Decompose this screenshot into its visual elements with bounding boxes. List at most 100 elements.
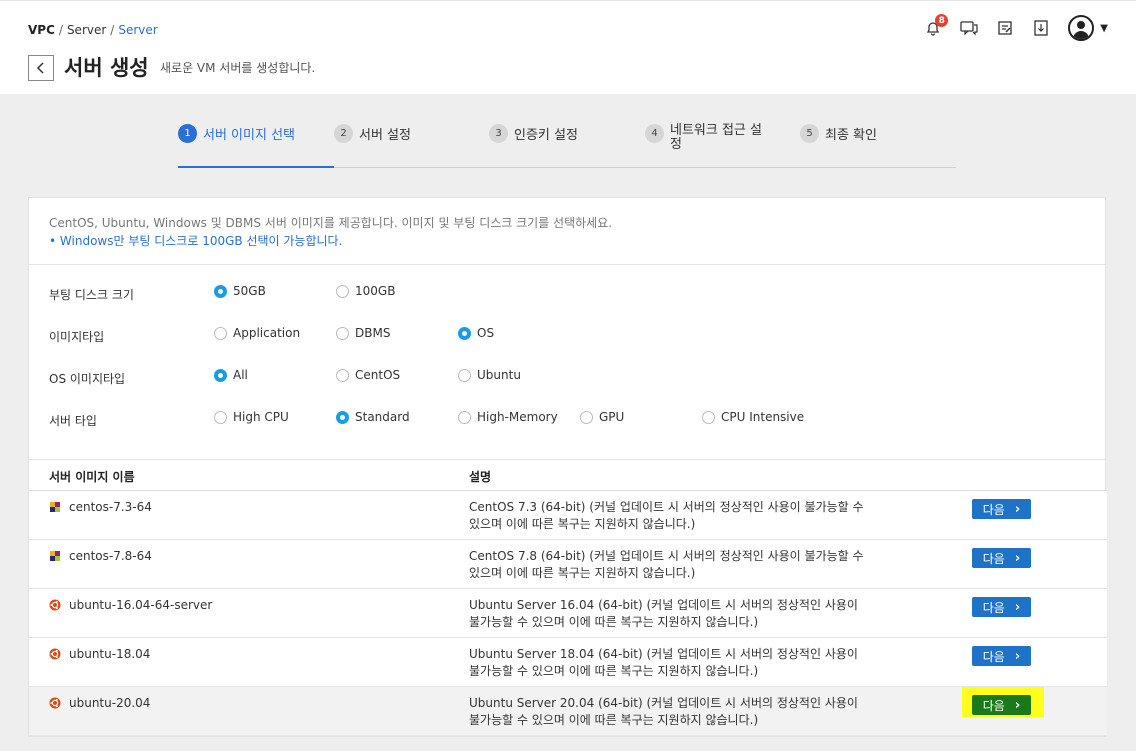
radio-label: 100GB [355, 284, 396, 298]
description-line: 있으며 이에 따른 복구는 지원하지 않습니다.) [469, 566, 696, 580]
image-description: CentOS 7.8 (64-bit) (커널 업데이트 시 서버의 정상적인 … [469, 548, 889, 582]
radio-label: Standard [355, 410, 410, 424]
next-button[interactable]: 다음 › [972, 499, 1031, 519]
breadcrumb: VPC / Server / Server [28, 23, 158, 37]
server-type-option: 서버 타입 High CPU Standard High-Memory GPU … [49, 410, 1089, 430]
radio-high-cpu[interactable]: High CPU [214, 410, 289, 424]
step-3[interactable]: 3 인증키 설정 [489, 124, 578, 143]
step-label: 인증키 설정 [514, 128, 578, 143]
chevron-right-icon: › [1014, 648, 1021, 664]
image-name: ubuntu-20.04 [69, 696, 151, 710]
description-line: 있으며 이에 따른 복구는 지원하지 않습니다.) [469, 517, 696, 531]
bell-icon[interactable]: 8 [924, 14, 949, 37]
radio-label: CPU Intensive [721, 410, 805, 424]
step-number: 5 [800, 124, 819, 143]
page-subtitle: 새로운 VM 서버를 생성합니다. [160, 61, 316, 75]
image-name-cell: centos-7.8-64 [49, 549, 152, 563]
radio-os[interactable]: OS [458, 326, 494, 340]
page-title: 서버 생성 [64, 56, 149, 80]
radio-label: High CPU [233, 410, 289, 424]
next-label: 다음 [982, 600, 1005, 615]
breadcrumb-separator: / [58, 23, 63, 37]
radio-label: OS [477, 326, 495, 340]
radio-label: GPU [599, 410, 625, 424]
table-row[interactable]: ubuntu-16.04-64-server Ubuntu Server 16.… [29, 589, 1107, 638]
next-button[interactable]: 다음 › [972, 646, 1031, 666]
description-line: CentOS 7.8 (64-bit) (커널 업데이트 시 서버의 정상적인 … [469, 549, 864, 563]
memo-icon[interactable] [996, 19, 1014, 37]
step-tabs: 1 서버 이미지 선택 2 서버 설정 3 인증키 설정 4 네트워크 접근 설… [178, 124, 956, 168]
description-line: CentOS 7.3 (64-bit) (커널 업데이트 시 서버의 정상적인 … [469, 500, 864, 514]
centos-icon [50, 551, 60, 561]
image-name-cell: ubuntu-20.04 [49, 696, 150, 710]
breadcrumb-separator: / [110, 23, 115, 37]
option-label: 서버 타입 [49, 414, 97, 428]
table-row[interactable]: ubuntu-18.04 Ubuntu Server 18.04 (64-bit… [29, 638, 1107, 687]
next-button[interactable]: 다음 › [972, 548, 1031, 568]
step-4[interactable]: 4 네트워크 접근 설정 [645, 124, 765, 152]
option-label: 부팅 디스크 크기 [49, 288, 134, 302]
chevron-down-icon[interactable]: ▼ [1100, 23, 1108, 34]
next-button[interactable]: 다음 › [972, 597, 1031, 617]
image-name: ubuntu-18.04 [69, 647, 151, 661]
table-row[interactable]: centos-7.8-64 CentOS 7.8 (64-bit) (커널 업데… [29, 540, 1107, 589]
radio-cpu-intensive[interactable]: CPU Intensive [702, 410, 804, 424]
back-button[interactable] [28, 55, 54, 81]
breadcrumb-server-current[interactable]: Server [118, 23, 157, 37]
divider [29, 264, 1107, 265]
column-header-name: 서버 이미지 이름 [49, 470, 135, 484]
download-icon[interactable] [1032, 19, 1050, 37]
info-box: CentOS, Ubuntu, Windows 및 DBMS 서버 이미지를 제… [49, 214, 612, 250]
ubuntu-icon [49, 648, 61, 660]
chat-icon[interactable] [960, 19, 978, 37]
radio-high-memory[interactable]: High-Memory [458, 410, 558, 424]
breadcrumb-vpc[interactable]: VPC [28, 23, 55, 37]
image-name: centos-7.3-64 [69, 500, 152, 514]
step-1[interactable]: 1 서버 이미지 선택 [178, 124, 295, 143]
image-name-cell: ubuntu-18.04 [49, 647, 150, 661]
table-row[interactable]: ubuntu-20.04 Ubuntu Server 20.04 (64-bit… [29, 687, 1107, 736]
image-selection-card: CentOS, Ubuntu, Windows 및 DBMS 서버 이미지를 제… [28, 197, 1107, 737]
radio-standard[interactable]: Standard [336, 410, 410, 424]
next-label: 다음 [982, 698, 1005, 713]
table-row[interactable]: centos-7.3-64 CentOS 7.3 (64-bit) (커널 업데… [29, 491, 1107, 540]
breadcrumb-server[interactable]: Server [67, 23, 106, 37]
radio-label: DBMS [355, 326, 391, 340]
image-name: centos-7.8-64 [69, 549, 152, 563]
next-button[interactable]: 다음 › [972, 695, 1031, 715]
radio-all[interactable]: All [214, 368, 248, 382]
radio-50gb[interactable]: 50GB [214, 284, 266, 298]
description-line: 불가능할 수 있으며 이에 따른 복구는 지원하지 않습니다.) [469, 713, 759, 727]
description-line: Ubuntu Server 20.04 (64-bit) (커널 업데이트 시 … [469, 696, 858, 710]
image-description: Ubuntu Server 16.04 (64-bit) (커널 업데이트 시 … [469, 597, 889, 631]
step-number: 2 [334, 124, 353, 143]
image-name-cell: ubuntu-16.04-64-server [49, 598, 212, 612]
image-description: CentOS 7.3 (64-bit) (커널 업데이트 시 서버의 정상적인 … [469, 499, 889, 533]
active-step-indicator [178, 166, 334, 168]
radio-centos[interactable]: CentOS [336, 368, 400, 382]
step-number: 3 [489, 124, 508, 143]
next-label: 다음 [982, 551, 1005, 566]
radio-gpu[interactable]: GPU [580, 410, 624, 424]
header-icons: 8 ▼ [924, 14, 1108, 41]
info-note: Windows만 부팅 디스크로 100GB 선택이 가능합니다. [49, 232, 612, 250]
ubuntu-icon [49, 599, 61, 611]
user-avatar[interactable] [1068, 15, 1095, 41]
radio-label: CentOS [355, 368, 401, 382]
image-name-cell: centos-7.3-64 [49, 500, 152, 514]
boot-disk-option: 부팅 디스크 크기 50GB 100GB [49, 284, 1089, 304]
step-2[interactable]: 2 서버 설정 [334, 124, 411, 143]
radio-dbms[interactable]: DBMS [336, 326, 390, 340]
chevron-right-icon: › [1014, 550, 1021, 566]
next-label: 다음 [982, 502, 1005, 517]
radio-label: 50GB [233, 284, 266, 298]
radio-application[interactable]: Application [214, 326, 300, 340]
chevron-right-icon: › [1014, 599, 1021, 615]
radio-100gb[interactable]: 100GB [336, 284, 395, 298]
step-5[interactable]: 5 최종 확인 [800, 124, 877, 143]
radio-label: Application [233, 326, 301, 340]
column-header-description: 설명 [469, 470, 492, 484]
radio-label: High-Memory [477, 410, 558, 424]
image-name: ubuntu-16.04-64-server [69, 598, 213, 612]
radio-ubuntu[interactable]: Ubuntu [458, 368, 521, 382]
